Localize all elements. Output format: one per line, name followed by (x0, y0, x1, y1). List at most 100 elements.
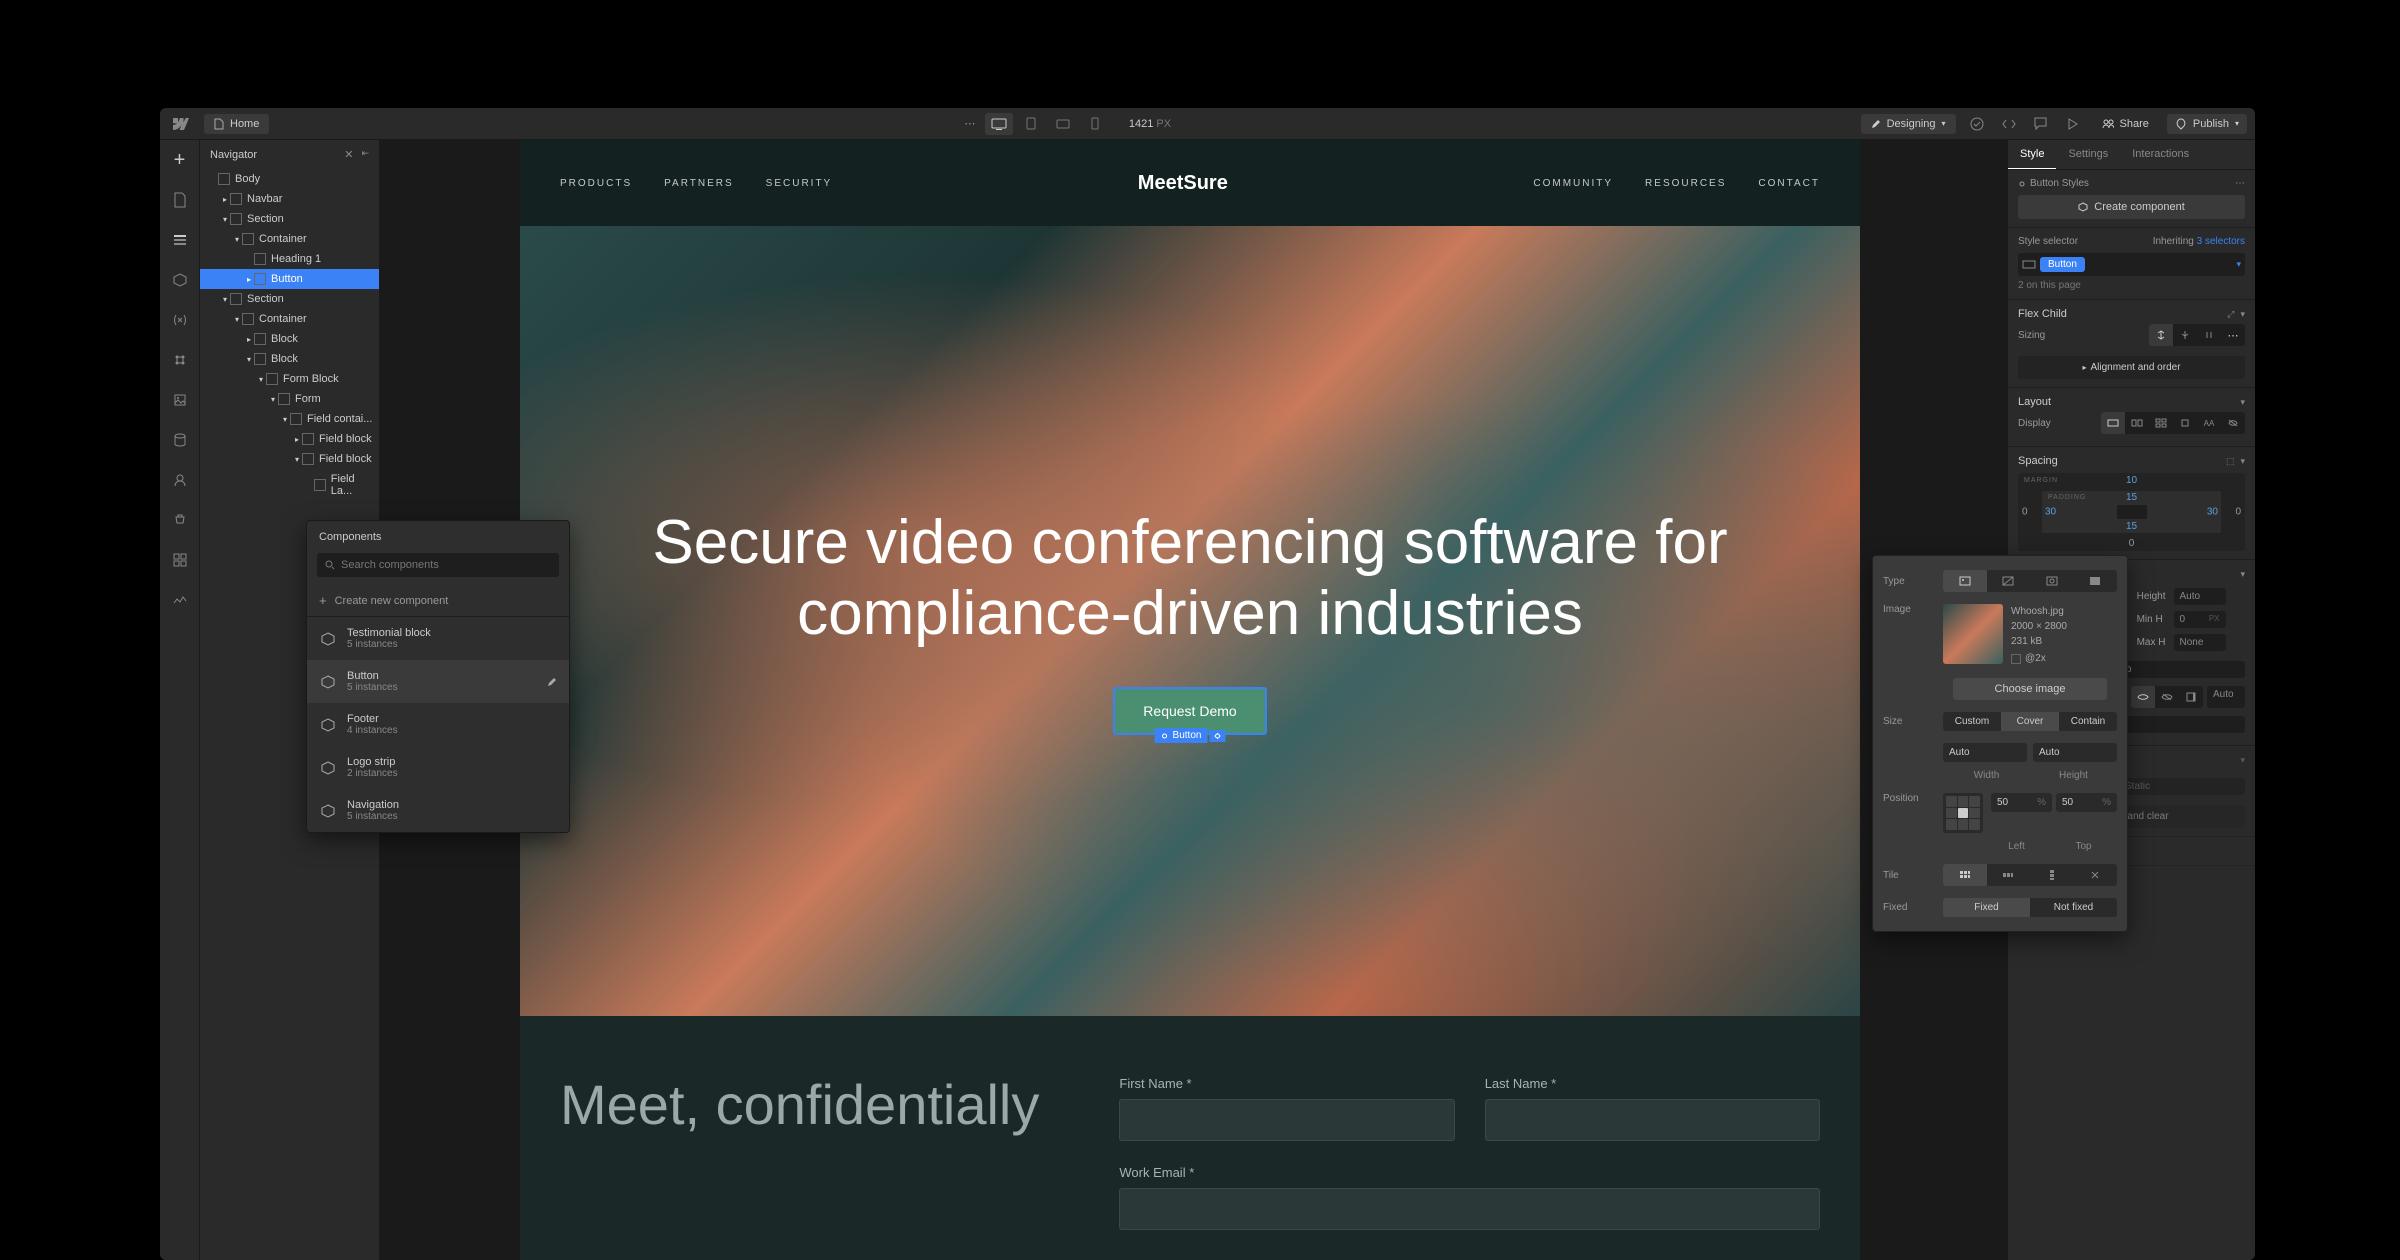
tile-y[interactable] (2030, 864, 2074, 886)
bg-position-grid[interactable] (1943, 793, 1983, 833)
tree-item-field-contai---[interactable]: ▾Field contai... (200, 409, 379, 429)
tree-item-field-block[interactable]: ▾Field block (200, 449, 379, 469)
nav-link-community[interactable]: COMMUNITY (1533, 178, 1613, 189)
chevron-down-icon[interactable]: ▾ (2240, 397, 2245, 408)
component-item-logo-strip[interactable]: Logo strip2 instances (307, 746, 569, 789)
close-icon[interactable]: ✕ (344, 148, 353, 161)
bg-thumbnail[interactable] (1943, 604, 2003, 664)
bg-not-fixed[interactable]: Not fixed (2030, 898, 2117, 917)
collapse-icon[interactable]: ⋯ (2235, 178, 2245, 189)
nav-link-partners[interactable]: PARTNERS (664, 178, 734, 189)
tree-item-navbar[interactable]: ▸Navbar (200, 189, 379, 209)
display-none[interactable] (2221, 412, 2245, 434)
tab-style[interactable]: Style (2008, 140, 2056, 169)
overflow-visible[interactable] (2131, 686, 2155, 708)
settings-icon[interactable] (1209, 730, 1225, 742)
first-name-input[interactable] (1119, 1099, 1454, 1141)
styles-icon[interactable] (168, 348, 192, 372)
tile-both[interactable] (1943, 864, 1987, 886)
viewport-size[interactable]: 1421 PX (1129, 118, 1171, 130)
tree-item-block[interactable]: ▸Block (200, 329, 379, 349)
choose-image-button[interactable]: Choose image (1953, 678, 2107, 700)
bg-width-input[interactable]: Auto (1943, 743, 2027, 762)
tree-item-container[interactable]: ▾Container (200, 309, 379, 329)
tree-item-button[interactable]: ▸Button (200, 269, 379, 289)
component-item-navigation[interactable]: Navigation5 instances (307, 789, 569, 832)
assets-icon[interactable] (168, 388, 192, 412)
bg-left-input[interactable]: 50 % (1991, 793, 2052, 812)
display-block[interactable] (2101, 412, 2125, 434)
component-item-button[interactable]: Button5 instances (307, 660, 569, 703)
breakpoint-mobile[interactable] (1081, 113, 1109, 135)
create-component-button[interactable]: Create component (2018, 195, 2245, 219)
audit-icon[interactable] (168, 588, 192, 612)
bg-top-input[interactable]: 50 % (2056, 793, 2117, 812)
sizing-grow[interactable] (2173, 324, 2197, 346)
display-flex[interactable] (2125, 412, 2149, 434)
bg-type-color[interactable] (2074, 570, 2118, 592)
tree-item-section[interactable]: ▾Section (200, 289, 379, 309)
selector-input[interactable]: Button ▾ (2018, 253, 2245, 276)
preview-icon[interactable] (2062, 113, 2084, 135)
users-icon[interactable] (168, 468, 192, 492)
pages-icon[interactable] (168, 188, 192, 212)
spacing-link-icon[interactable]: ⬚ (2226, 456, 2235, 467)
nav-link-security[interactable]: SECURITY (766, 178, 833, 189)
tree-item-heading-1[interactable]: Heading 1 (200, 249, 379, 269)
display-grid[interactable] (2149, 412, 2173, 434)
display-inline-block[interactable] (2173, 412, 2197, 434)
mode-toggle[interactable]: Designing ▾ (1861, 114, 1956, 134)
tree-item-form[interactable]: ▾Form (200, 389, 379, 409)
sizing-shrink[interactable] (2149, 324, 2173, 346)
alignment-accordion[interactable]: ▸Alignment and order (2018, 356, 2245, 379)
bg-height-input[interactable]: Auto (2033, 743, 2117, 762)
chevron-down-icon[interactable]: ▾ (2240, 309, 2245, 320)
tile-none[interactable] (2074, 864, 2118, 886)
work-email-input[interactable] (1119, 1188, 1820, 1230)
pin-icon[interactable]: ⇤ (361, 148, 369, 161)
bg-fixed[interactable]: Fixed (1943, 898, 2030, 917)
tree-item-container[interactable]: ▾Container (200, 229, 379, 249)
sizing-none[interactable] (2197, 324, 2221, 346)
display-inline[interactable]: AA (2197, 412, 2221, 434)
bg-type-linear[interactable] (1987, 570, 2031, 592)
webflow-logo-icon[interactable] (168, 112, 192, 136)
nav-link-products[interactable]: PRODUCTS (560, 178, 632, 189)
components-icon[interactable] (168, 268, 192, 292)
more-icon[interactable]: ⋯ (959, 113, 981, 135)
nav-link-resources[interactable]: RESOURCES (1645, 178, 1726, 189)
bg-size-custom[interactable]: Custom (1943, 712, 2001, 731)
component-item-testimonial-block[interactable]: Testimonial block5 instances (307, 617, 569, 660)
apps-icon[interactable] (168, 548, 192, 572)
bg-type-image[interactable] (1943, 570, 1987, 592)
tree-item-body[interactable]: Body (200, 169, 379, 189)
overflow-scroll[interactable] (2179, 686, 2203, 708)
maxh-input[interactable]: None (2174, 634, 2226, 651)
bg-size-contain[interactable]: Contain (2059, 712, 2117, 731)
overflow-hidden[interactable] (2155, 686, 2179, 708)
create-component-row[interactable]: + Create new component (307, 585, 569, 617)
breakpoint-landscape[interactable] (1049, 113, 1077, 135)
check-icon[interactable] (1966, 113, 1988, 135)
canvas[interactable]: PRODUCTSPARTNERSSECURITY MeetSure COMMUN… (520, 140, 1860, 1260)
navigator-icon[interactable] (168, 228, 192, 252)
expand-icon[interactable]: ⤢ (2227, 309, 2234, 320)
bg-type-radial[interactable] (2030, 570, 2074, 592)
chevron-down-icon[interactable]: ▾ (2236, 259, 2241, 270)
last-name-input[interactable] (1485, 1099, 1820, 1141)
nav-link-contact[interactable]: CONTACT (1758, 178, 1820, 189)
selector-chip[interactable]: Button (2040, 257, 2085, 272)
breakpoint-tablet[interactable] (1017, 113, 1045, 135)
breakpoint-desktop[interactable] (985, 113, 1013, 135)
cms-icon[interactable] (168, 428, 192, 452)
publish-button[interactable]: Publish ▾ (2167, 114, 2247, 134)
minh-input[interactable]: 0 PX (2174, 611, 2226, 628)
chevron-down-icon[interactable]: ▾ (2240, 456, 2245, 467)
variables-icon[interactable] (168, 308, 192, 332)
add-element-icon[interactable]: + (168, 148, 192, 172)
tree-item-field-block[interactable]: ▸Field block (200, 429, 379, 449)
chevron-down-icon[interactable]: ▾ (2240, 755, 2245, 766)
tile-x[interactable] (1987, 864, 2031, 886)
tab-interactions[interactable]: Interactions (2120, 140, 2201, 169)
component-item-footer[interactable]: Footer4 instances (307, 703, 569, 746)
